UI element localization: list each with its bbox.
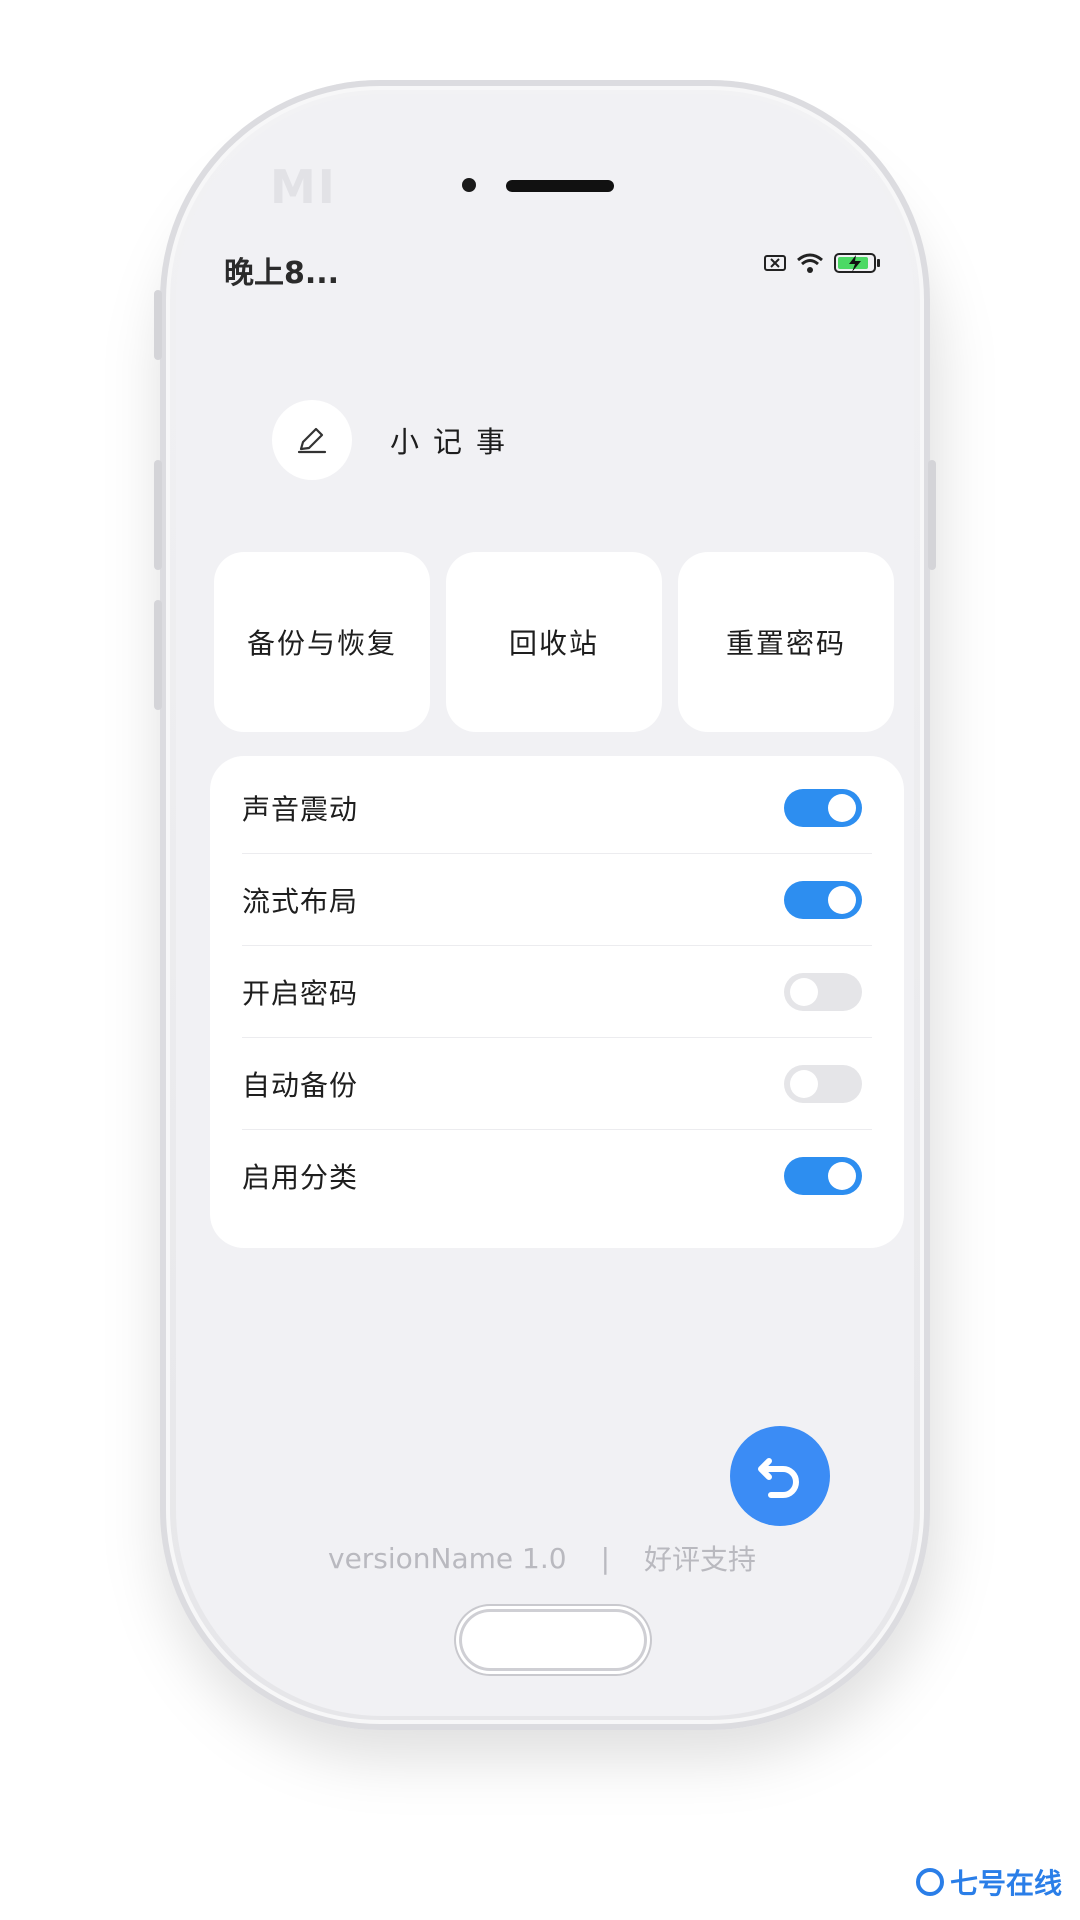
backup-restore-button[interactable]: 备份与恢复 [214, 552, 430, 732]
setting-label: 启用分类 [242, 1161, 359, 1194]
setting-row-flow-layout[interactable]: 流式布局 [242, 854, 872, 946]
quick-actions: 备份与恢复 回收站 重置密码 [214, 552, 894, 732]
status-time: 晚上8... [224, 256, 340, 291]
app-title: 小记事 [390, 425, 520, 459]
front-camera [462, 178, 476, 192]
app-header: 小记事 [272, 400, 519, 480]
watermark-logo-icon [915, 1868, 944, 1896]
setting-label: 流式布局 [242, 885, 359, 918]
footer: versionName 1.0 | 好评支持 [328, 1538, 756, 1578]
setting-row-enable-category[interactable]: 启用分类 [242, 1130, 872, 1222]
setting-label: 自动备份 [242, 1069, 359, 1102]
wifi-icon [797, 253, 823, 273]
setting-label: 开启密码 [242, 977, 359, 1010]
home-button[interactable] [462, 1612, 644, 1668]
rate-support-link[interactable]: 好评支持 [644, 1538, 756, 1578]
footer-separator: | [600, 1541, 611, 1575]
toggle-knob [828, 794, 856, 822]
toggle-knob [790, 1070, 818, 1098]
version-label: versionName 1.0 [328, 1541, 567, 1575]
setting-row-enable-password[interactable]: 开启密码 [242, 946, 872, 1038]
watermark-text: 七号在线 [949, 1867, 1062, 1900]
flow-layout-toggle[interactable] [784, 881, 862, 919]
side-button-mute [154, 290, 162, 360]
watermark: 七号在线 [915, 1862, 1062, 1902]
enable-password-toggle[interactable] [784, 973, 862, 1011]
back-fab-button[interactable] [730, 1426, 830, 1526]
brand-logo: MI [270, 160, 337, 214]
toggle-knob [790, 978, 818, 1006]
enable-category-toggle[interactable] [784, 1157, 862, 1195]
toggle-knob [828, 886, 856, 914]
status-icons [764, 252, 882, 274]
side-button-volume-up [154, 460, 162, 570]
setting-row-auto-backup[interactable]: 自动备份 [242, 1038, 872, 1130]
auto-backup-toggle[interactable] [784, 1065, 862, 1103]
side-button-volume-down [154, 600, 162, 710]
earpiece-speaker [506, 180, 614, 192]
screenshot-stage: MI 晚上8... 小记事 备份与恢复 回收站 重置密码 声音震动 流式布局 开… [0, 0, 1080, 1920]
setting-row-sound-vibration[interactable]: 声音震动 [242, 762, 872, 854]
recycle-bin-button[interactable]: 回收站 [446, 552, 662, 732]
sound-vibration-toggle[interactable] [784, 789, 862, 827]
undo-back-icon [758, 1458, 799, 1498]
reset-password-button[interactable]: 重置密码 [678, 552, 894, 732]
avatar[interactable] [272, 400, 352, 480]
side-button-power [928, 460, 936, 570]
edit-pen-icon [297, 427, 327, 454]
toggle-knob [828, 1162, 856, 1190]
battery-charging-icon [834, 253, 880, 273]
no-sim-icon [764, 255, 786, 271]
setting-label: 声音震动 [242, 793, 359, 826]
settings-card: 声音震动 流式布局 开启密码 自动备份 启用分类 [210, 756, 904, 1248]
